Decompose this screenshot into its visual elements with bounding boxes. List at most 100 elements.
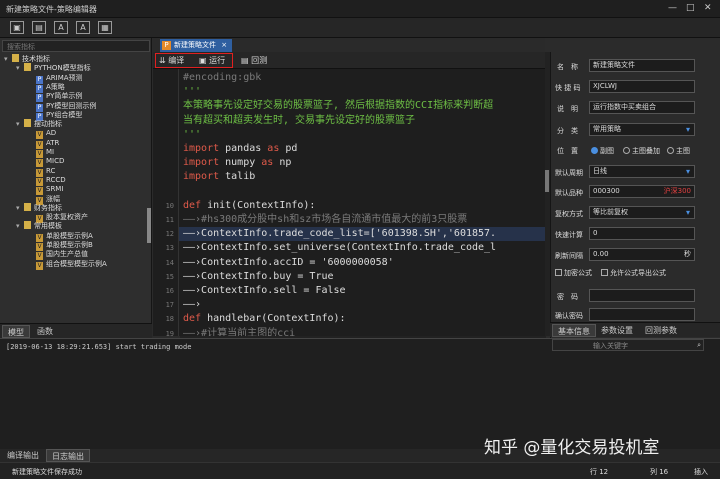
- tree-node-label: 常用模板: [34, 222, 62, 231]
- tab-backtest-params[interactable]: 回测参数: [640, 324, 682, 337]
- chevron-down-icon[interactable]: ▾: [16, 119, 24, 129]
- log-line: [2019-06-13 18:29:21.653] start trading …: [6, 343, 192, 351]
- code-line[interactable]: import numpy as np: [183, 156, 291, 170]
- layout-icon[interactable]: ▦: [98, 21, 112, 34]
- stock-field[interactable]: 000300 沪深300: [589, 185, 695, 198]
- status-message: 新建策略文件保存成功: [12, 468, 82, 476]
- code-line[interactable]: ''': [183, 85, 201, 99]
- code-line[interactable]: 本策略事先设定好交易的股票篮子, 然后根据指数的CCI指标来判断超: [183, 99, 493, 113]
- period-label: 默认周期: [555, 169, 583, 177]
- status-row: 行 12: [590, 468, 609, 476]
- code-line[interactable]: ——›ContextInfo.sell = False: [183, 284, 346, 298]
- code-line[interactable]: ——›#计算当前主图的cci: [183, 327, 295, 336]
- highlight-box: [155, 53, 233, 68]
- radio-selected-icon: [591, 147, 598, 154]
- adjust-select[interactable]: 等比前复权: [589, 206, 695, 219]
- category-label: 分 类: [557, 127, 578, 135]
- save-icon[interactable]: ▣: [10, 21, 24, 34]
- close-button[interactable]: ✕: [704, 3, 712, 13]
- name-field[interactable]: 新建策略文件: [589, 59, 695, 72]
- tree-node-label: SRMI: [46, 185, 64, 194]
- tree-node-label: ATR: [46, 138, 60, 147]
- line-number: 12: [165, 230, 174, 239]
- export-label: 允许公式导出公式: [610, 269, 666, 277]
- tree-node-label: 单股模型示例A: [46, 231, 93, 240]
- font-decrease-icon[interactable]: A: [76, 21, 90, 34]
- properties-panel: 名 称 新建策略文件 快 捷 码 XJCLWJ 说 明 运行指数中买卖组合 分 …: [550, 52, 720, 338]
- tree-node-label: 涨幅: [46, 194, 60, 203]
- tab-compile-output[interactable]: 编译输出: [2, 449, 44, 462]
- chevron-down-icon[interactable]: ▾: [16, 203, 24, 213]
- status-bar: 新建策略文件保存成功 行 12 列 16 插入: [0, 462, 720, 479]
- save-all-icon[interactable]: ▤: [32, 21, 46, 34]
- left-tabs: 模型 函数: [0, 323, 152, 338]
- chevron-down-icon[interactable]: ▾: [16, 221, 24, 231]
- title-bar: 新建策略文件-策略编辑器 — □ ✕: [0, 0, 720, 18]
- tree-node-label: 技术指标: [22, 55, 50, 63]
- refresh-unit: 秒: [684, 250, 691, 258]
- tree-node-label: AD: [46, 129, 57, 138]
- editor-tab[interactable]: P 新建策略文件 ×: [160, 39, 232, 52]
- code-line[interactable]: ''': [183, 128, 201, 142]
- shortcode-field[interactable]: XJCLWJ: [589, 80, 695, 93]
- line-number: 16: [165, 287, 174, 295]
- search-placeholder: 搜索指标: [7, 43, 35, 51]
- search-icon[interactable]: ⌕: [697, 341, 701, 350]
- pos-subchart-radio[interactable]: 副图: [591, 146, 614, 156]
- code-line[interactable]: ——›#hs300成分股中sh和sz市场各自流通市值最大的前3只股票: [183, 213, 467, 227]
- status-col: 列 16: [650, 468, 669, 476]
- code-line[interactable]: def init(ContextInfo):: [183, 199, 315, 213]
- backtest-icon: ▤: [241, 56, 252, 65]
- code-line[interactable]: ——›ContextInfo.accID = '6000000058': [183, 256, 394, 270]
- pos-overlay-radio[interactable]: 主图叠加: [623, 146, 660, 156]
- maximize-button[interactable]: □: [686, 3, 695, 13]
- tree-node-label: RC: [46, 166, 56, 175]
- tree-scrollbar[interactable]: [147, 208, 151, 243]
- code-line[interactable]: ——›ContextInfo.set_universe(ContextInfo.…: [183, 241, 496, 255]
- font-increase-icon[interactable]: A: [54, 21, 68, 34]
- code-line[interactable]: import talib: [183, 170, 255, 184]
- category-select[interactable]: 常用策略: [589, 123, 695, 136]
- tab-log-output[interactable]: 日志输出: [46, 449, 90, 462]
- encrypt-checkbox[interactable]: 加密公式: [555, 268, 592, 278]
- tab-basic-info[interactable]: 基本信息: [552, 324, 596, 337]
- tree-node-label: PYTHON模型指标: [34, 64, 91, 73]
- code-line[interactable]: def handlebar(ContextInfo):: [183, 312, 346, 326]
- keyword-search-input[interactable]: 输入关键字 ⌕: [552, 339, 704, 351]
- tree-node-label: PY简单示例: [46, 92, 83, 101]
- export-checkbox[interactable]: 允许公式导出公式: [601, 268, 666, 278]
- chevron-down-icon[interactable]: ▾: [16, 63, 24, 73]
- code-line[interactable]: ——›ContextInfo.trade_code_list=['601398.…: [179, 227, 545, 242]
- refresh-field[interactable]: 0.00 秒: [589, 248, 695, 261]
- editor-scroll-thumb[interactable]: [545, 170, 549, 192]
- period-select[interactable]: 日线: [589, 165, 695, 178]
- tab-function[interactable]: 函数: [32, 325, 58, 338]
- code-line[interactable]: import pandas as pd: [183, 142, 297, 156]
- code-line[interactable]: ——›: [183, 298, 201, 312]
- tab-close-icon[interactable]: ×: [221, 41, 227, 49]
- minimize-button[interactable]: —: [668, 3, 677, 13]
- fastcalc-field[interactable]: 0: [589, 227, 695, 240]
- line-number: 11: [165, 216, 174, 224]
- tab-model[interactable]: 模型: [2, 325, 30, 338]
- stock-label: 默认品种: [555, 189, 583, 197]
- folder-icon: [24, 119, 31, 128]
- indicator-search-input[interactable]: 搜索指标: [2, 40, 150, 52]
- tree-node[interactable]: V 组合模型模型示例A: [28, 259, 107, 270]
- pos-main-radio[interactable]: 主图: [667, 146, 690, 156]
- backtest-button[interactable]: ▤ 回测: [241, 54, 267, 67]
- chevron-down-icon[interactable]: ▾: [4, 54, 12, 64]
- desc-field[interactable]: 运行指数中买卖组合: [589, 101, 695, 114]
- encrypt-label: 加密公式: [564, 269, 592, 277]
- confirm-password-field[interactable]: [589, 308, 695, 321]
- code-line[interactable]: ——›ContextInfo.buy = True: [183, 270, 334, 284]
- code-editor[interactable]: 1011121314151617181920 #encoding:gbk'''本…: [153, 69, 545, 336]
- tab-params[interactable]: 参数设置: [596, 324, 638, 337]
- tree-node-label: 股本复权资产: [46, 213, 88, 222]
- code-line[interactable]: #encoding:gbk: [183, 71, 261, 85]
- password-label: 密 码: [557, 293, 578, 301]
- code-line[interactable]: 当有超买和超卖发生时, 交易事先设定好的股票篮子: [183, 114, 415, 128]
- confirm-password-label: 确认密码: [555, 312, 583, 320]
- refresh-value: 0.00: [593, 250, 609, 258]
- password-field[interactable]: [589, 289, 695, 302]
